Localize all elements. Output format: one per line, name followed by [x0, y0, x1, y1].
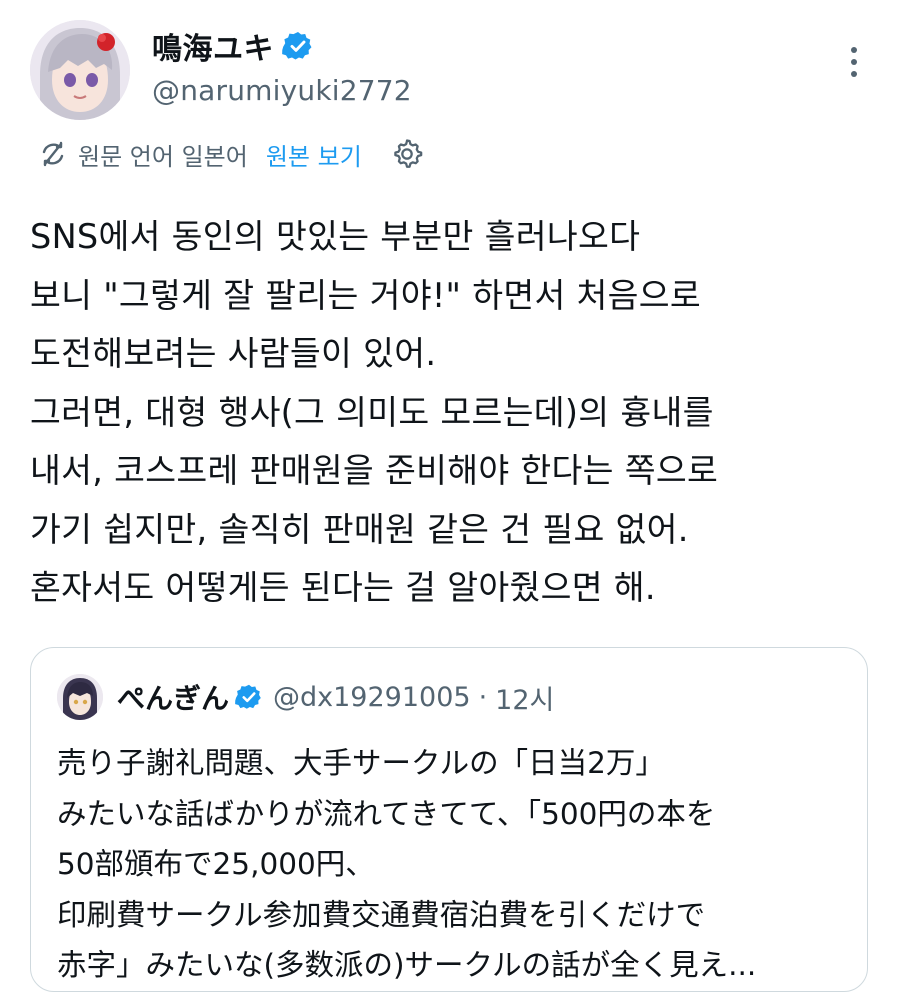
quoted-author-handle[interactable]: @dx19291005	[273, 682, 471, 713]
author-avatar[interactable]	[30, 20, 130, 120]
quoted-post-line: 売り子謝礼問題、大手サークルの「日当2万」	[57, 746, 665, 780]
post-body: SNS에서 동인의 맛있는 부분만 흘러나오다 보니 "그렇게 잘 팔리는 거야…	[30, 208, 870, 618]
separator-dot: ·	[478, 681, 488, 713]
post-body-line: 보니 "그렇게 잘 팔리는 거야!" 하면서 처음으로	[30, 275, 701, 315]
post-body-line: 그러면, 대형 행사(그 의미도 모르는데)의 흉내를	[30, 392, 714, 432]
post-body-line: SNS에서 동인의 맛있는 부분만 흘러나오다	[30, 217, 641, 256]
post-body-line: 도전해보려는 사람들이 있어.	[30, 334, 437, 373]
show-original-link[interactable]: 원본 보기	[266, 137, 362, 172]
quoted-author-display-name[interactable]: ぺんぎん	[117, 677, 229, 717]
quoted-post-card[interactable]: ぺんぎん @dx19291005 · 12시 売り子謝礼問題、大手サークルの「日…	[30, 647, 868, 992]
translate-off-icon	[38, 139, 68, 169]
quoted-post-line: 50部頒布で25,000円、	[57, 847, 375, 881]
source-language-text: 원문 언어 일본어	[78, 142, 248, 171]
verified-badge-icon[interactable]	[282, 30, 314, 62]
display-name-row: 鳴海ユキ	[152, 24, 412, 68]
post-header: 鳴海ユキ @narumiyuki2772	[30, 20, 870, 120]
quoted-post-body: 売り子謝礼問題、大手サークルの「日当2万」 みたいな話ばかりが流れてきてて、「5…	[57, 738, 847, 991]
translation-bar: 원문 언어 일본어 원본 보기	[38, 134, 424, 174]
author-handle[interactable]: @narumiyuki2772	[152, 74, 412, 107]
quoted-post-line: みたいな話ばかりが流れてきてて、「500円の本を	[57, 796, 716, 831]
verified-badge-icon	[235, 683, 263, 711]
quoted-post-time[interactable]: 12시	[495, 678, 554, 717]
post-body-line: 혼자서도 어떻게든 된다는 걸 알아줬으면 해.	[30, 568, 656, 607]
more-vertical-icon[interactable]	[846, 42, 862, 82]
gear-icon[interactable]	[390, 137, 424, 171]
quoted-author-avatar[interactable]	[57, 674, 103, 720]
quoted-post-line: 印刷費サークル参加費交通費宿泊費を引くだけで	[57, 897, 706, 932]
post-body-line: 가기 쉽지만, 솔직히 판매원 같은 건 필요 없어.	[30, 509, 689, 549]
post-body-line: 내서, 코스프레 판매원을 준비해야 한다는 쪽으로	[30, 451, 719, 490]
quoted-post-header: ぺんぎん @dx19291005 · 12시	[57, 674, 554, 720]
author-display-name[interactable]: 鳴海ユキ	[152, 24, 274, 68]
quoted-post-line: 赤字」みたいな(多数派の)サークルの話が全く見え...	[57, 948, 757, 982]
author-names: 鳴海ユキ @narumiyuki2772	[152, 26, 412, 107]
